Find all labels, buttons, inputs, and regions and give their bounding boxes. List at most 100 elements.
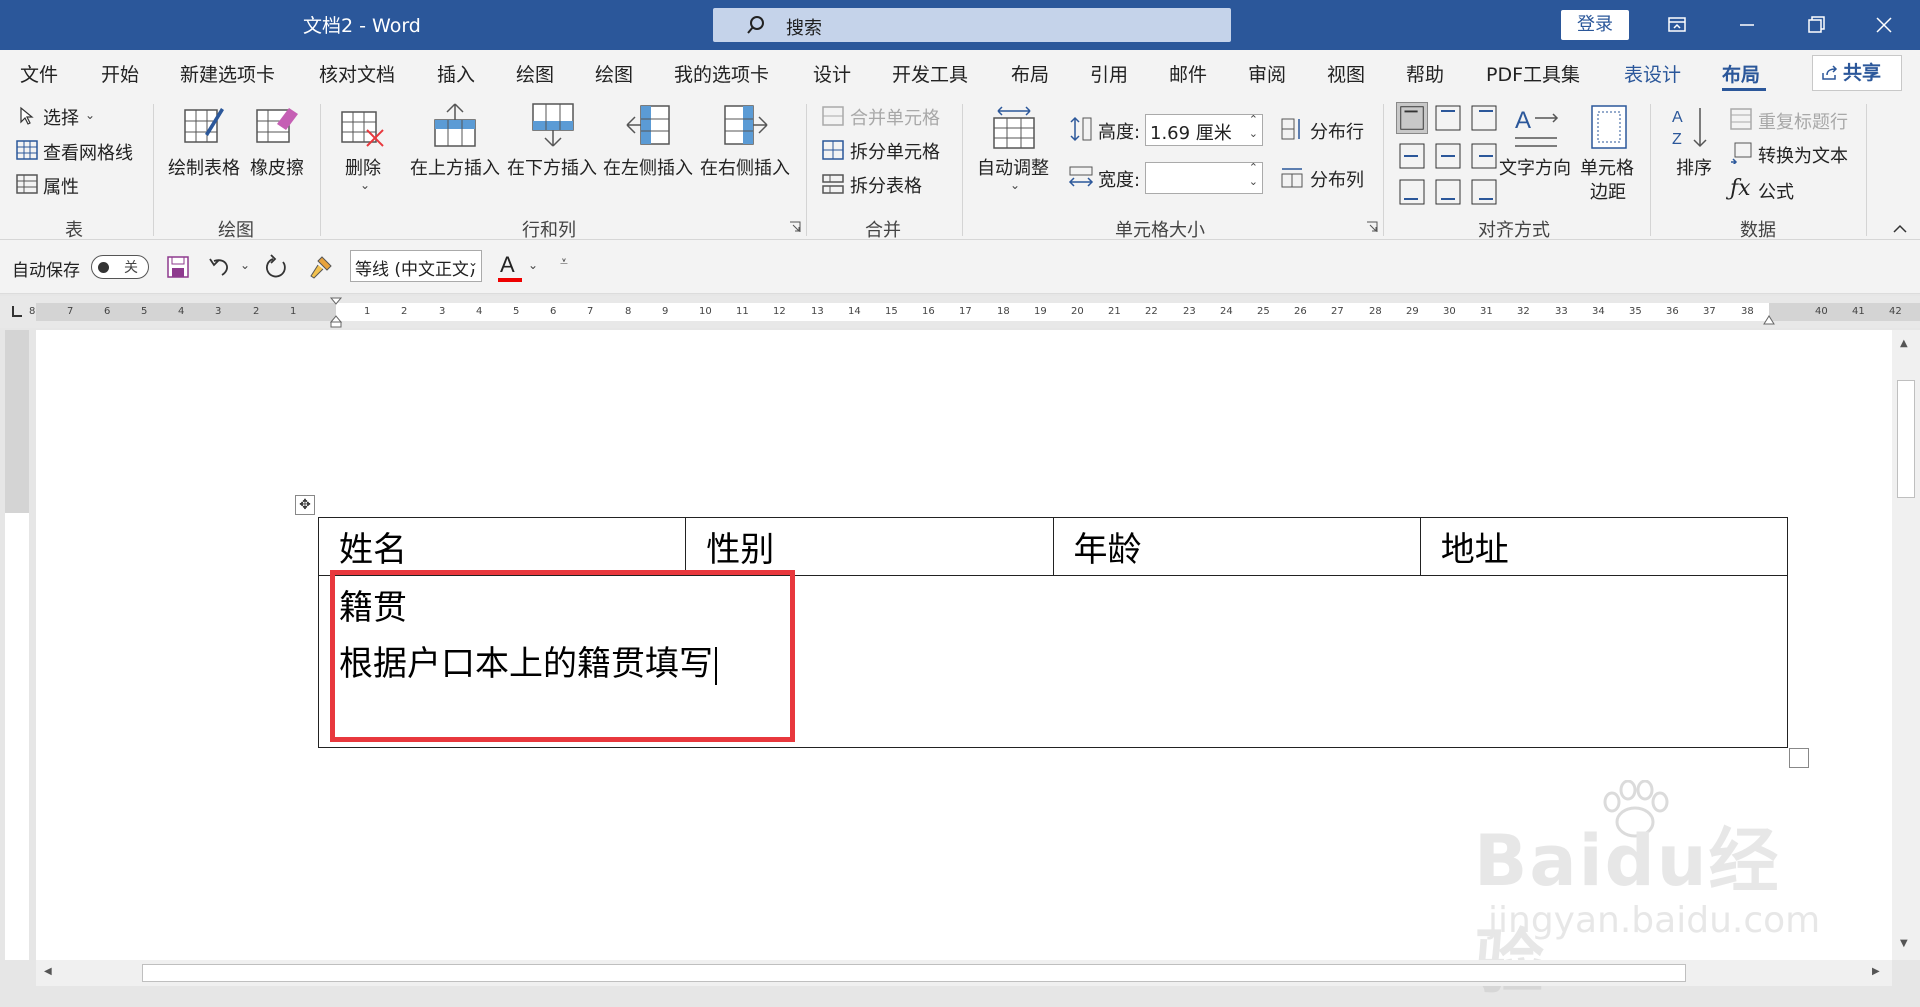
tab-draw-2[interactable]: 绘图 — [595, 60, 633, 87]
cell-margins-button-line2[interactable]: 边距 — [1590, 178, 1626, 204]
scroll-thumb[interactable] — [142, 964, 1686, 982]
font-color-icon[interactable]: A — [500, 252, 515, 278]
text-direction-button[interactable]: 文字方向 — [1499, 154, 1571, 180]
format-painter-icon[interactable] — [308, 254, 334, 280]
tab-my-tab[interactable]: 我的选项卡 — [674, 60, 769, 87]
minimize-icon[interactable] — [1727, 8, 1767, 42]
table-move-handle-icon[interactable]: ✥ — [295, 495, 315, 515]
table-cell-age-header[interactable]: 年龄 — [1052, 517, 1421, 576]
view-gridlines-button[interactable]: 查看网格线 — [43, 139, 133, 165]
horizontal-scrollbar[interactable]: ◀ ▶ — [36, 960, 1892, 986]
insert-below-button[interactable]: 在下方插入 — [507, 154, 597, 180]
font-name-select[interactable]: 等线 (中文正文) ⌄ — [350, 250, 482, 282]
tab-design[interactable]: 设计 — [813, 60, 851, 87]
tab-home[interactable]: 开始 — [101, 60, 139, 87]
align-middle-left-icon[interactable] — [1396, 140, 1428, 172]
table-cell-address-header[interactable]: 地址 — [1419, 517, 1789, 576]
autosave-toggle[interactable]: 关 — [91, 255, 149, 279]
sort-button[interactable]: 排序 — [1676, 154, 1712, 180]
insert-above-button[interactable]: 在上方插入 — [410, 154, 500, 180]
align-top-left-icon[interactable] — [1396, 102, 1428, 134]
ruler-tick-label: 5 — [513, 306, 520, 317]
spin-down-icon[interactable]: ⌄ — [1249, 175, 1258, 188]
align-bottom-left-icon[interactable] — [1396, 176, 1428, 208]
indent-marker-icon[interactable] — [329, 296, 343, 328]
tab-pdf-tools[interactable]: PDF工具集 — [1486, 60, 1580, 87]
delete-button[interactable]: 删除 — [345, 154, 381, 180]
ruler-tick-label: 4 — [476, 306, 483, 317]
chevron-down-icon[interactable]: ⌄ — [528, 258, 538, 272]
align-top-center-icon[interactable] — [1432, 102, 1464, 134]
select-button[interactable]: 选择 — [43, 104, 79, 130]
tab-insert[interactable]: 插入 — [437, 60, 475, 87]
tab-stop-icon[interactable] — [9, 304, 25, 320]
convert-to-text-button[interactable]: 转换为文本 — [1758, 142, 1848, 168]
insert-right-button[interactable]: 在右侧插入 — [700, 154, 790, 180]
cell-margins-button[interactable]: 单元格 — [1580, 154, 1634, 180]
table-cell-gender-header[interactable]: 性别 — [685, 517, 1054, 576]
draw-table-button[interactable]: 绘制表格 — [168, 154, 240, 180]
distribute-columns-button[interactable]: 分布列 — [1310, 166, 1364, 192]
tab-developer[interactable]: 开发工具 — [892, 60, 968, 87]
tab-new-tab[interactable]: 新建选项卡 — [180, 60, 275, 87]
scroll-left-icon[interactable]: ◀ — [44, 966, 52, 977]
tab-layout[interactable]: 布局 — [1011, 60, 1049, 87]
align-bottom-right-icon[interactable] — [1468, 176, 1500, 208]
scroll-up-icon[interactable]: ▲ — [1900, 338, 1908, 349]
search-box[interactable]: 搜索 — [713, 8, 1231, 42]
tab-review[interactable]: 审阅 — [1248, 60, 1286, 87]
align-top-right-icon[interactable] — [1468, 102, 1500, 134]
redo-icon[interactable] — [263, 254, 289, 280]
tab-view[interactable]: 视图 — [1327, 60, 1365, 87]
login-button[interactable]: 登录 — [1561, 10, 1629, 40]
distribute-rows-button[interactable]: 分布行 — [1310, 118, 1364, 144]
right-indent-marker-icon[interactable] — [1762, 312, 1776, 326]
tab-mailings[interactable]: 邮件 — [1169, 60, 1207, 87]
insert-left-button[interactable]: 在左侧插入 — [603, 154, 693, 180]
split-cells-button[interactable]: 拆分单元格 — [850, 138, 940, 164]
tab-help[interactable]: 帮助 — [1406, 60, 1444, 87]
scroll-down-icon[interactable]: ▼ — [1900, 938, 1908, 949]
share-button[interactable]: 共享 — [1812, 55, 1902, 91]
table-cell-name-header[interactable]: 姓名 — [317, 517, 687, 576]
tab-table-design[interactable]: 表设计 — [1624, 60, 1681, 87]
vertical-ruler[interactable] — [5, 330, 29, 960]
undo-icon[interactable] — [208, 255, 234, 279]
spin-up-icon[interactable]: ⌃ — [1249, 161, 1258, 174]
tab-table-layout[interactable]: 布局 — [1722, 60, 1760, 87]
ribbon-display-options-icon[interactable] — [1657, 8, 1697, 42]
height-input[interactable]: 1.69 厘米 ⌃ ⌄ — [1145, 113, 1263, 146]
properties-button[interactable]: 属性 — [43, 173, 79, 199]
eraser-button[interactable]: 橡皮擦 — [250, 154, 304, 180]
table-resize-handle-icon[interactable] — [1789, 748, 1809, 768]
collapse-ribbon-icon[interactable] — [1892, 222, 1908, 234]
align-middle-center-icon[interactable] — [1432, 140, 1464, 172]
autofit-button[interactable]: 自动调整 — [977, 154, 1049, 180]
align-middle-right-icon[interactable] — [1468, 140, 1500, 172]
customize-toolbar-icon[interactable]: ⩡ — [560, 254, 568, 270]
tab-references[interactable]: 引用 — [1090, 60, 1128, 87]
dialog-launcher-icon[interactable] — [789, 221, 801, 233]
scroll-thumb[interactable] — [1897, 380, 1915, 498]
tab-check-document[interactable]: 核对文档 — [319, 60, 395, 87]
close-icon[interactable] — [1864, 8, 1904, 42]
repeat-header-button[interactable]: 重复标题行 — [1758, 108, 1848, 134]
scroll-right-icon[interactable]: ▶ — [1872, 966, 1880, 977]
chevron-down-icon[interactable]: ⌄ — [240, 258, 250, 272]
horizontal-ruler[interactable]: 8 7 6 5 4 3 2 1 1 2 3 4 5 6 7 8 9 10 11 12 13 14 15 16 17 18 19 20 2… — [29, 303, 1920, 321]
repeat-header-icon — [1730, 108, 1752, 130]
width-input[interactable]: ⌃ ⌄ — [1145, 161, 1263, 194]
spin-down-icon[interactable]: ⌄ — [1249, 127, 1258, 140]
vertical-scrollbar[interactable]: ▲ ▼ — [1892, 330, 1920, 960]
align-bottom-center-icon[interactable] — [1432, 176, 1464, 208]
dialog-launcher-icon[interactable] — [1366, 221, 1378, 233]
merge-cells-button[interactable]: 合并单元格 — [850, 104, 940, 130]
restore-icon[interactable] — [1796, 8, 1836, 42]
split-table-button[interactable]: 拆分表格 — [850, 172, 922, 198]
ruler-tick-label: 32 — [1517, 306, 1530, 317]
save-icon[interactable] — [166, 255, 190, 279]
spin-up-icon[interactable]: ⌃ — [1249, 113, 1258, 126]
formula-button[interactable]: 公式 — [1758, 178, 1794, 204]
tab-draw[interactable]: 绘图 — [516, 60, 554, 87]
tab-file[interactable]: 文件 — [20, 60, 58, 87]
